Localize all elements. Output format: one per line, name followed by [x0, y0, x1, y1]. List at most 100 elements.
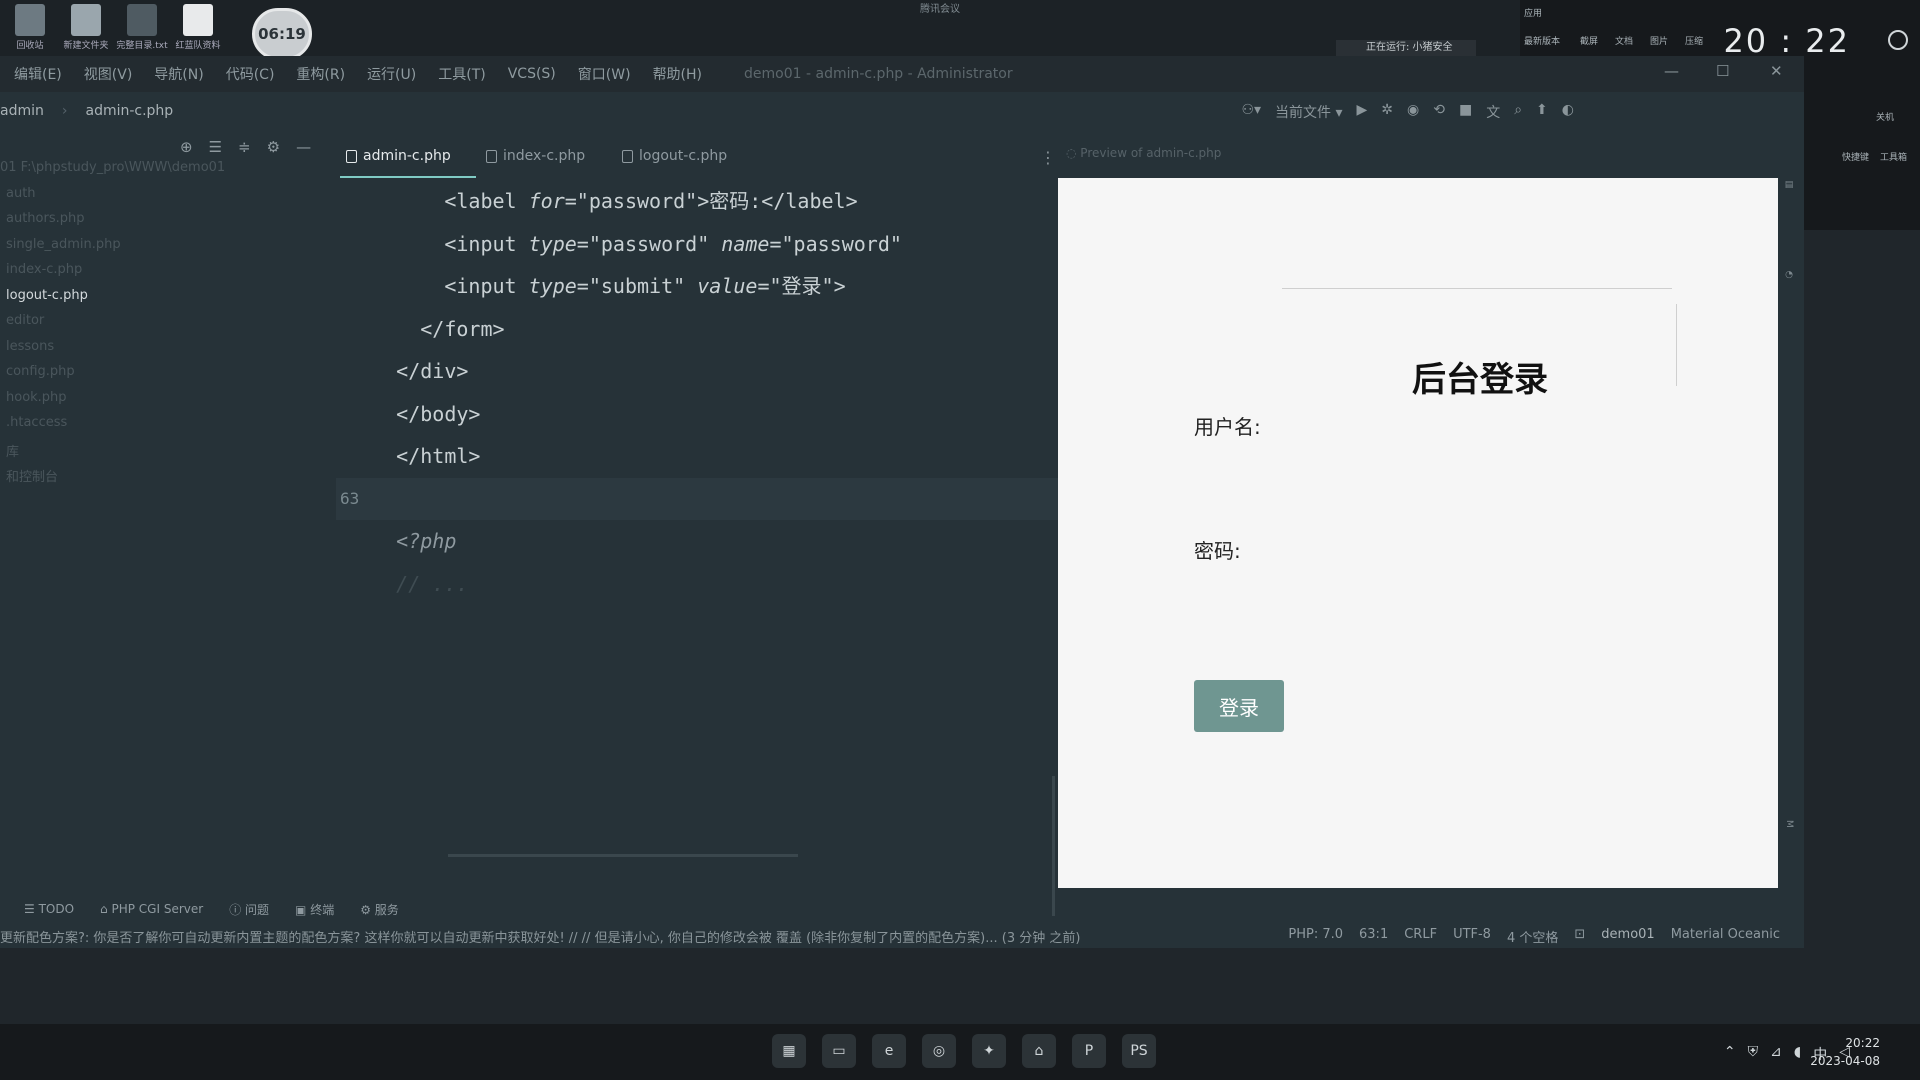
tree-item[interactable]: authors.php — [6, 211, 85, 226]
tray-overflow-icon[interactable]: ⌃ — [1724, 1044, 1736, 1064]
debug-icon[interactable]: ✲ — [1381, 102, 1393, 122]
menu-help[interactable]: 帮助(H) — [653, 64, 702, 84]
gear-icon[interactable]: ⚙ — [267, 138, 280, 156]
minimize-icon[interactable]: — — [1664, 62, 1684, 82]
file-encoding[interactable]: UTF-8 — [1453, 927, 1491, 946]
tool-services[interactable]: ⚙ 服务 — [360, 901, 399, 918]
user-icon[interactable]: ⚇▾ — [1241, 102, 1261, 122]
maximize-icon[interactable]: ☐ — [1716, 62, 1736, 82]
collapse-all-icon[interactable]: ≑ — [238, 138, 251, 156]
menu-tools[interactable]: 工具(T) — [438, 64, 485, 84]
update-icon[interactable]: ⬆ — [1536, 102, 1548, 122]
php-version[interactable]: PHP: 7.0 — [1288, 927, 1343, 946]
chrome-icon[interactable]: ◎ — [922, 1034, 956, 1068]
panel-label[interactable]: 快捷键 — [1842, 150, 1869, 163]
tree-item[interactable]: .htaccess — [6, 415, 67, 430]
preview-tab[interactable]: ◌ Preview of admin-c.php — [1066, 146, 1221, 160]
run-config-select[interactable]: 当前文件 ▾ — [1275, 102, 1342, 122]
tree-item[interactable]: 库 — [6, 441, 19, 460]
shield-icon[interactable]: ⛨ — [1748, 1044, 1759, 1064]
notifications-icon[interactable]: ◔ — [1784, 270, 1794, 280]
microphone-icon[interactable]: ◖ — [1794, 1044, 1801, 1064]
tree-item[interactable]: 和控制台 — [6, 466, 58, 485]
breadcrumb-item[interactable]: admin — [0, 103, 44, 119]
locate-icon[interactable]: ⊕ — [180, 138, 193, 156]
plugin-icon[interactable]: ◐ — [1562, 102, 1574, 122]
desktop-icon-txt[interactable]: 完整目录.txt — [112, 4, 172, 51]
tree-item[interactable]: hook.php — [6, 390, 67, 405]
panel-label[interactable]: 图片 — [1650, 34, 1668, 47]
sun-icon[interactable] — [1888, 30, 1908, 50]
tree-item[interactable]: editor — [6, 313, 44, 328]
tray-clock[interactable]: 20:22 2023-04-08 — [1810, 1034, 1880, 1070]
menu-edit[interactable]: 编辑(E) — [14, 64, 62, 84]
start-icon[interactable]: ▦ — [772, 1034, 806, 1068]
desktop-icon-new-folder[interactable]: 新建文件夹 — [56, 4, 116, 51]
hide-icon[interactable]: — — [296, 138, 311, 156]
tree-item[interactable]: lessons — [6, 339, 54, 354]
menu-vcs[interactable]: VCS(S) — [508, 66, 556, 82]
edge-icon[interactable]: e — [872, 1034, 906, 1068]
database-icon[interactable]: ▤ — [1784, 180, 1794, 190]
login-button[interactable]: 登录 — [1194, 680, 1284, 732]
tree-item[interactable]: config.php — [6, 364, 75, 379]
app-icon[interactable]: ✦ — [972, 1034, 1006, 1068]
theme-name[interactable]: Material Oceanic — [1671, 927, 1780, 946]
make-icon[interactable]: M — [1784, 820, 1794, 828]
tree-item[interactable]: single_admin.php — [6, 237, 121, 252]
lock-icon[interactable]: ⊡ — [1574, 927, 1585, 946]
code-line[interactable]: </html> — [336, 435, 1058, 477]
tool-todo[interactable]: ☰ TODO — [24, 902, 74, 916]
expand-all-icon[interactable]: ☰ — [209, 138, 222, 156]
code-editor[interactable]: <label for="password">密码:</label> <input… — [336, 180, 1058, 910]
tree-item[interactable]: index-c.php — [6, 262, 82, 277]
indent-setting[interactable]: 4 个空格 — [1507, 927, 1558, 946]
menu-view[interactable]: 视图(V) — [84, 64, 133, 84]
horizontal-scrollbar[interactable] — [448, 854, 798, 857]
breadcrumb-item[interactable]: admin-c.php — [85, 103, 173, 119]
panel-label[interactable]: 截屏 — [1580, 34, 1598, 47]
coverage-icon[interactable]: ◉ — [1407, 102, 1419, 122]
menu-window[interactable]: 窗口(W) — [578, 64, 631, 84]
close-icon[interactable]: ✕ — [1770, 62, 1790, 82]
code-line[interactable]: // ... — [336, 563, 1058, 605]
tree-item[interactable]: logout-c.php — [6, 288, 88, 303]
panel-label[interactable]: 关机 — [1876, 110, 1894, 123]
status-message[interactable]: 更新配色方案?: 你是否了解你可自动更新内置主题的配色方案? 这样你就可以自动更… — [0, 927, 1140, 946]
menu-navigate[interactable]: 导航(N) — [154, 64, 203, 84]
code-line[interactable]: 63 — [336, 477, 1058, 520]
menu-code[interactable]: 代码(C) — [226, 64, 275, 84]
line-separator[interactable]: CRLF — [1404, 927, 1437, 946]
code-line[interactable]: </div> — [336, 350, 1058, 392]
code-line[interactable]: </form> — [336, 308, 1058, 350]
panel-label[interactable]: 压缩 — [1685, 34, 1703, 47]
code-line[interactable]: </body> — [336, 393, 1058, 435]
photos-icon[interactable]: ⌂ — [1022, 1034, 1056, 1068]
desktop-icon-recycle-bin[interactable]: 回收站 — [0, 4, 60, 51]
tab-logout-c[interactable]: logout-c.php — [622, 148, 727, 164]
panel-label[interactable]: 工具箱 — [1880, 150, 1907, 163]
code-line[interactable]: <?php — [336, 520, 1058, 562]
menu-refactor[interactable]: 重构(R) — [296, 64, 345, 84]
menu-run[interactable]: 运行(U) — [367, 64, 416, 84]
file-explorer-icon[interactable]: ▭ — [822, 1034, 856, 1068]
code-line[interactable]: <label for="password">密码:</label> — [336, 180, 1058, 222]
code-line[interactable]: <input type="submit" value="登录"> — [336, 265, 1058, 307]
stop-icon[interactable]: ■ — [1459, 102, 1472, 122]
recording-timer[interactable]: 06:19 — [252, 8, 312, 60]
panel-label[interactable]: 文档 — [1615, 34, 1633, 47]
search-icon[interactable]: ⌕ — [1514, 102, 1522, 122]
run-icon[interactable]: ▶ — [1357, 102, 1368, 122]
tree-item[interactable]: 01 F:\phpstudy_pro\WWW\demo01 — [0, 160, 225, 175]
more-icon[interactable]: ⋮ — [1040, 148, 1056, 167]
tool-terminal[interactable]: ▣ 终端 — [295, 901, 334, 918]
desktop-icon-docs[interactable]: 红蓝队资料 — [168, 4, 228, 51]
tab-admin-c[interactable]: admin-c.php — [346, 148, 451, 164]
network-icon[interactable]: ⊿ — [1770, 1044, 1782, 1064]
phpstorm-icon[interactable]: PS — [1122, 1034, 1156, 1068]
profile-icon[interactable]: ⟲ — [1433, 102, 1445, 122]
tool-problems[interactable]: ⓘ 问题 — [229, 901, 269, 918]
tool-php-server[interactable]: ⌂ PHP CGI Server — [100, 902, 203, 916]
phpstudy-icon[interactable]: P — [1072, 1034, 1106, 1068]
project-name[interactable]: demo01 — [1601, 927, 1654, 946]
